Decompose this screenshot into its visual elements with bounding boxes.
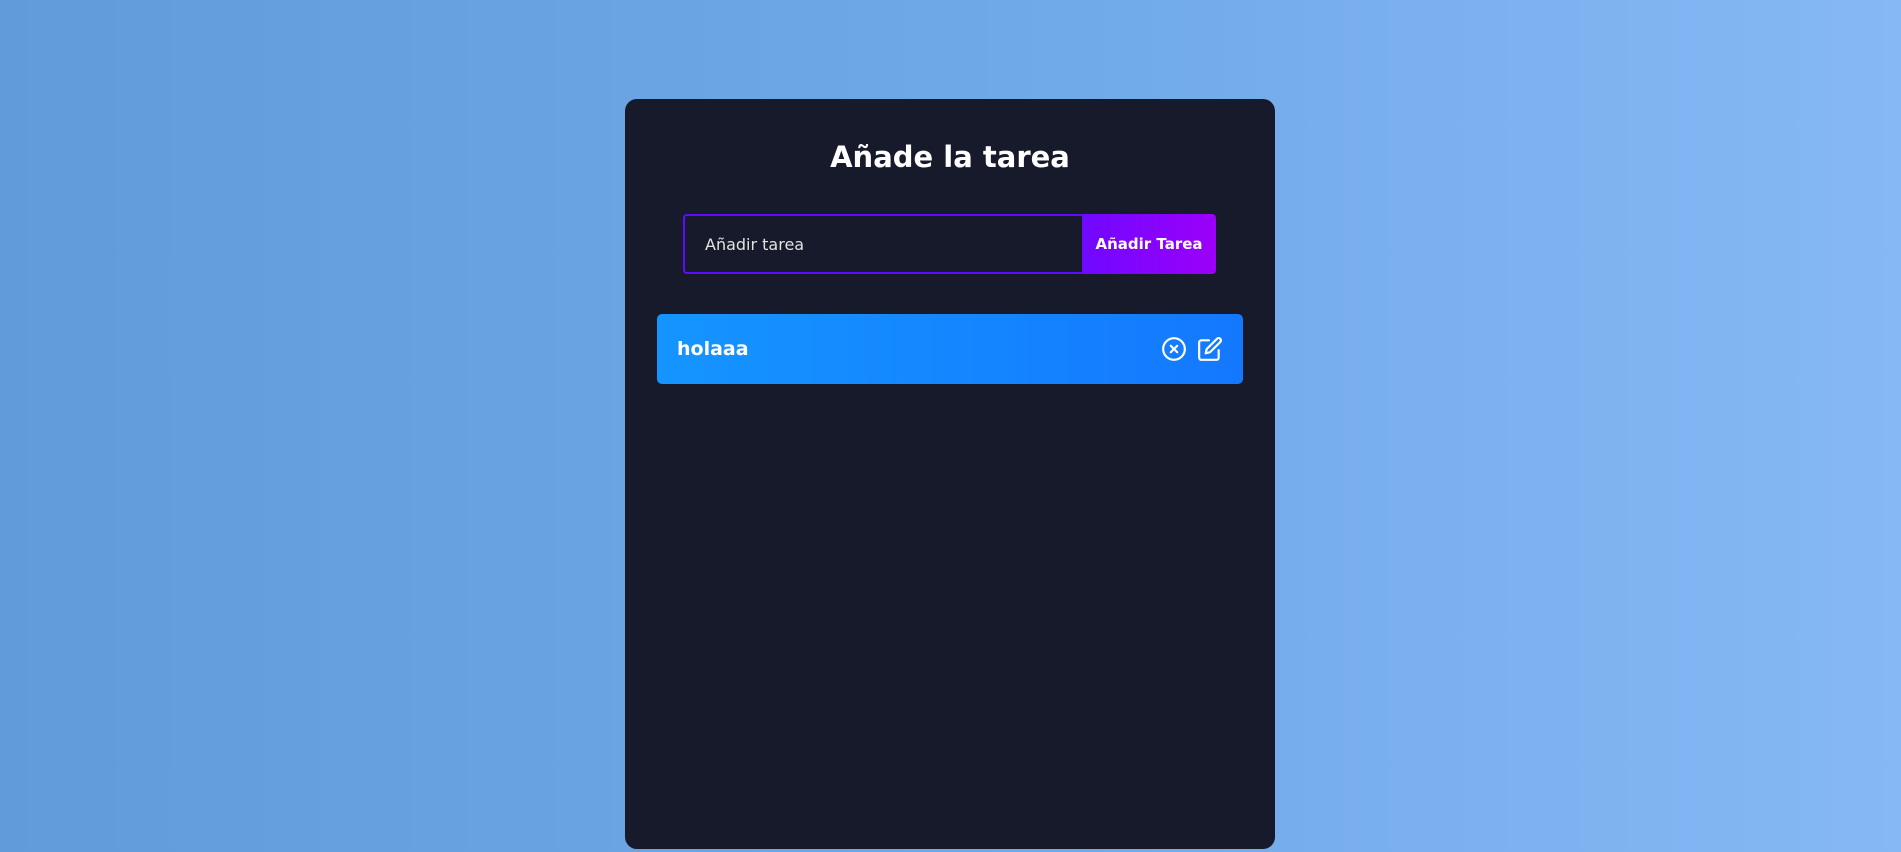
todo-form: Añadir Tarea — [683, 214, 1216, 274]
task-input[interactable] — [683, 214, 1082, 274]
todo-app-card: Añade la tarea Añadir Tarea holaaa — [625, 99, 1275, 849]
task-text[interactable]: holaaa — [677, 338, 749, 360]
add-task-button[interactable]: Añadir Tarea — [1082, 214, 1216, 274]
task-list: holaaa — [657, 314, 1243, 384]
task-actions — [1161, 336, 1223, 362]
close-circle-icon[interactable] — [1161, 336, 1187, 362]
task-item: holaaa — [657, 314, 1243, 384]
edit-icon[interactable] — [1197, 336, 1223, 362]
page-title: Añade la tarea — [830, 140, 1070, 174]
